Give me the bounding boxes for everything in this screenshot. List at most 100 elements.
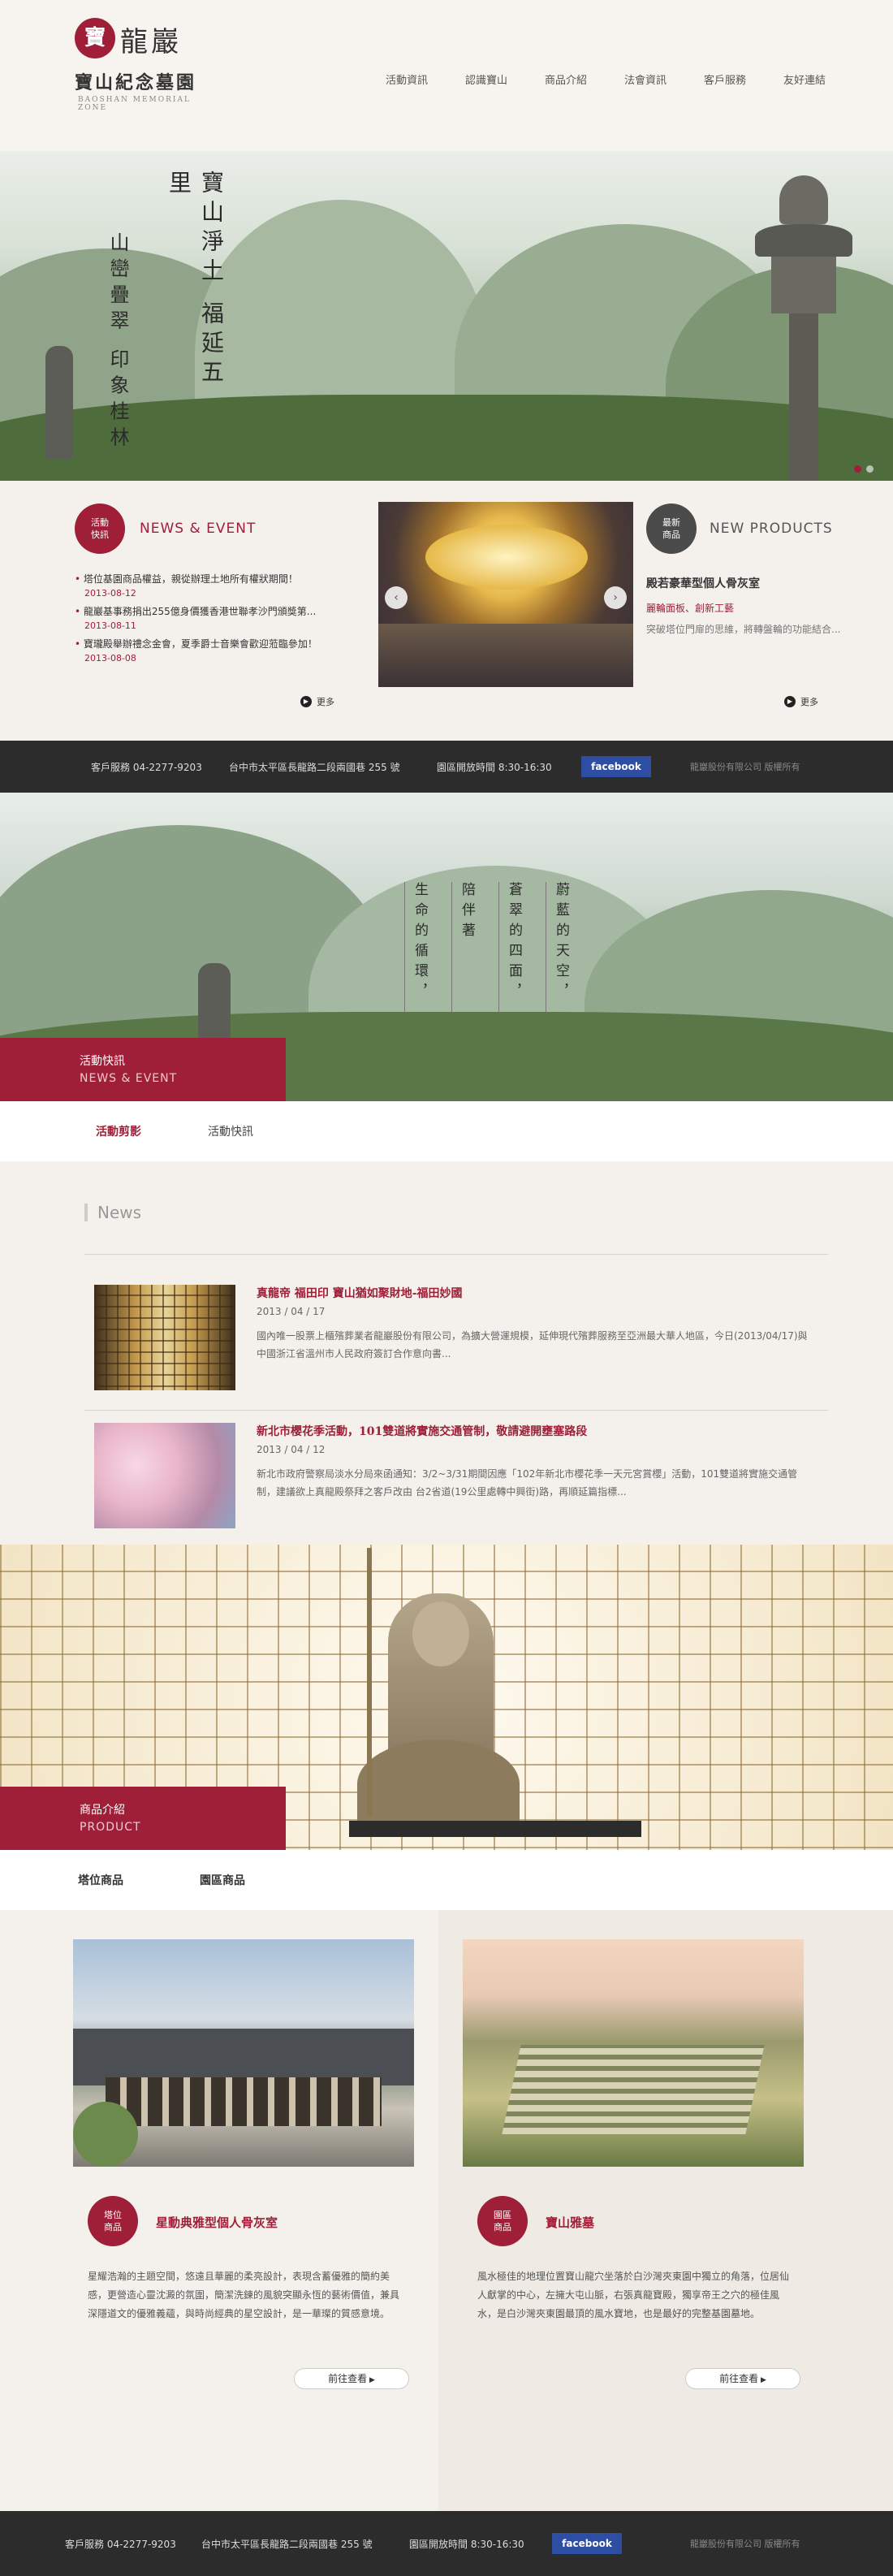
site-logo[interactable]: 寶 龍巖 寶山紀念墓園 BAOSHAN MEMORIAL ZONE: [75, 18, 221, 115]
product-block-header: 最新 商品 NEW PRODUCTS: [646, 504, 849, 554]
view-button[interactable]: 前往查看: [294, 2368, 409, 2389]
section-label-en: PRODUCT: [80, 1821, 141, 1834]
home-strip: 活動 快訊 NEWS & EVENT 塔位基園商品權益，親從辦理土地所有權狀期間…: [0, 481, 893, 741]
article-title[interactable]: 真龍帝 福田印 寶山猶如聚財地-福田妙國: [257, 1285, 463, 1301]
product-card: 塔位 商品 星動典雅型個人骨灰室 星耀浩瀚的主題空間，悠遠且華麗的柔亮設計，表現…: [73, 1939, 414, 2389]
card-badge-line2: 商品: [104, 2222, 122, 2232]
tree-shape: [73, 2102, 138, 2167]
list-item: 塔位基園商品權益，親從辦理土地所有權狀期間！ 2013-08-12: [75, 572, 343, 599]
stone-lantern-body: [771, 257, 836, 313]
news-badge-line1: 活動: [91, 517, 109, 528]
slider-next-icon[interactable]: ›: [604, 586, 627, 609]
cemetery-terraces: [502, 2045, 765, 2134]
product-heading-en: NEW PRODUCTS: [710, 521, 833, 537]
tile-wall-texture: [94, 1285, 235, 1390]
logo-site-name-en: BAOSHAN MEMORIAL ZONE: [78, 96, 191, 112]
nav-item-links[interactable]: 友好連結: [765, 71, 844, 87]
facebook-button[interactable]: facebook: [581, 756, 651, 777]
section-label-news: 活動快訊 NEWS & EVENT: [0, 1038, 286, 1101]
statue-head: [412, 1601, 469, 1666]
nav-item-service[interactable]: 客戶服務: [685, 71, 765, 87]
stone-lantern-image: [779, 175, 828, 224]
info-bar: 客戶服務 04-2277-9203 台中市太平區長龍路二段兩國巷 255 號 園…: [0, 741, 893, 793]
ceiling-dome-image: [425, 525, 588, 590]
hero-dot-active[interactable]: [854, 465, 861, 473]
section-label-cn: 活動快訊: [80, 1055, 125, 1068]
divider: [84, 1254, 828, 1255]
section-label-product: 商品介紹 PRODUCT: [0, 1787, 286, 1850]
news-section-title: News: [84, 1204, 141, 1221]
stone-lantern-roof: [755, 224, 852, 257]
product-tabs: 塔位商品 園區商品: [0, 1850, 893, 1910]
list-item: 寶瓏殿舉辦禮念金會，夏季爵士音樂會歡迎蒞臨參加！ 2013-08-08: [75, 637, 343, 663]
nav-item-about[interactable]: 認識寶山: [446, 71, 526, 87]
news-item-date: 2013-08-11: [84, 620, 136, 631]
opening-hours: 園區開放時間 8:30-16:30: [409, 2538, 524, 2550]
article-item[interactable]: 真龍帝 福田印 寶山猶如聚財地-福田妙國 2013 / 04 / 17 國內唯一…: [94, 1285, 825, 1390]
nav-item-products[interactable]: 商品介紹: [526, 71, 606, 87]
article-item[interactable]: 新北市櫻花季活動，101雙道將實施交通管制，敬請避開壅塞路段 2013 / 04…: [94, 1423, 825, 1528]
news-heading-en: NEWS & EVENT: [140, 521, 257, 537]
address: 台中市太平區長龍路二段兩國巷 255 號: [201, 2538, 373, 2550]
facebook-button[interactable]: facebook: [552, 2533, 622, 2554]
hero2-poem-line1: 蔚藍的天空，: [546, 882, 572, 1012]
card-badge-line1: 塔位: [104, 2210, 122, 2220]
card-description: 星耀浩瀚的主題空間，悠遠且華麗的柔亮設計，表現含蓄優雅的簡約美感，更營造心靈沈澱…: [88, 2271, 400, 2319]
hero-dot[interactable]: [866, 465, 874, 473]
hero2-poem-line3: 陪伴著: [451, 882, 477, 1012]
card-title[interactable]: 寶山雅墓: [546, 2214, 594, 2231]
service-phone: 客戶服務 04-2277-9203: [65, 2538, 176, 2550]
tab-news[interactable]: 活動快訊: [208, 1123, 253, 1139]
nav-item-events[interactable]: 活動資訊: [367, 71, 446, 87]
article-description: 新北市政府警察局淡水分局來函通知：3/2~3/31期間因應「102年新北市櫻花季…: [257, 1468, 798, 1498]
news-item-date: 2013-08-08: [84, 653, 136, 663]
product-card: 園區 商品 寶山雅墓 風水極佳的地理位置寶山龍穴坐落於白沙灣夾東園中獨立的角落，…: [463, 1939, 804, 2389]
tab-cemetery[interactable]: 園區商品: [200, 1872, 245, 1888]
product-description: 突破塔位門扉的思維，將轉盤輪的功能結合...: [646, 624, 841, 635]
product-more-link[interactable]: ▶ 更多: [784, 695, 818, 708]
main-nav: 活動資訊 認識寶山 商品介紹 法會資訊 客戶服務 友好連結: [367, 71, 844, 87]
product-name[interactable]: 殿若豪華型個人骨灰室: [646, 575, 849, 591]
logo-mark-icon: 寶: [75, 18, 115, 58]
service-phone: 客戶服務 04-2277-9203: [91, 761, 202, 773]
news-section: News 真龍帝 福田印 寶山猶如聚財地-福田妙國 2013 / 04 / 17…: [0, 1161, 893, 1545]
card-title[interactable]: 星動典雅型個人骨灰室: [156, 2214, 278, 2231]
news-item-title[interactable]: 龍巖基事務捐出255億身價獲香港世聯孝沙門頒獎第...: [75, 604, 343, 618]
nav-item-dharma[interactable]: 法會資訊: [606, 71, 685, 87]
article-thumbnail[interactable]: [94, 1423, 235, 1528]
news-page-banner: 蔚藍的天空， 蒼翠的四面， 陪伴著 生命的循環， 活動快訊 NEWS & EVE…: [0, 793, 893, 1101]
logo-brand-name: 龍巖: [120, 26, 182, 58]
view-button[interactable]: 前往查看: [685, 2368, 800, 2389]
hero-pagination: [854, 465, 874, 473]
stone-lantern-pillar: [789, 313, 818, 481]
hero-poem-line2: 山巒疊翠 印象桂林: [106, 232, 129, 453]
stone-lantern-image: [45, 346, 73, 460]
hero-poem-line1: 寶山淨土 福延五里: [166, 171, 225, 389]
news-item-title[interactable]: 塔位基園商品權益，親從辦理土地所有權狀期間！: [75, 572, 343, 586]
copyright: 龍巖股份有限公司 版權所有: [690, 2539, 800, 2549]
news-item-title[interactable]: 寶瓏殿舉辦禮念金會，夏季爵士音樂會歡迎蒞臨參加！: [75, 637, 343, 650]
article-description: 國內唯一股票上櫃殯葬業者龍巖股份有限公司，為擴大營運規模，延伸現代殯葬服務至亞洲…: [257, 1330, 808, 1359]
card-badge: 園區 商品: [477, 2196, 528, 2246]
section-label-cn: 商品介紹: [80, 1804, 125, 1817]
logo-site-name: 寶山紀念墓園: [75, 72, 197, 93]
statue-base: [357, 1740, 520, 1829]
hero2-poem-line2: 蒼翠的四面，: [498, 882, 524, 1012]
news-tabs: 活動剪影 活動快訊: [0, 1101, 893, 1161]
product-photo[interactable]: [73, 1939, 414, 2167]
news-more-label: 更多: [317, 697, 334, 707]
article-title[interactable]: 新北市櫻花季活動，101雙道將實施交通管制，敬請避開壅塞路段: [257, 1423, 587, 1439]
product-photo[interactable]: [463, 1939, 804, 2167]
divider: [84, 1410, 828, 1411]
section-label-en: NEWS & EVENT: [80, 1072, 178, 1085]
tab-columbarium[interactable]: 塔位商品: [78, 1872, 123, 1888]
arrow-right-icon: ▶: [784, 696, 796, 707]
news-more-link[interactable]: ▶ 更多: [300, 695, 334, 708]
site-footer: 客戶服務 04-2277-9203 台中市太平區長龍路二段兩國巷 255 號 園…: [0, 2511, 893, 2576]
article-thumbnail[interactable]: [94, 1285, 235, 1390]
tab-gallery[interactable]: 活動剪影: [96, 1123, 141, 1139]
product-page-banner: 商品介紹 PRODUCT: [0, 1545, 893, 1850]
product-cards: 塔位 商品 星動典雅型個人骨灰室 星耀浩瀚的主題空間，悠遠且華麗的柔亮設計，表現…: [0, 1910, 893, 2511]
slider-prev-icon[interactable]: ‹: [385, 586, 408, 609]
arrow-right-icon: ▶: [300, 696, 312, 707]
